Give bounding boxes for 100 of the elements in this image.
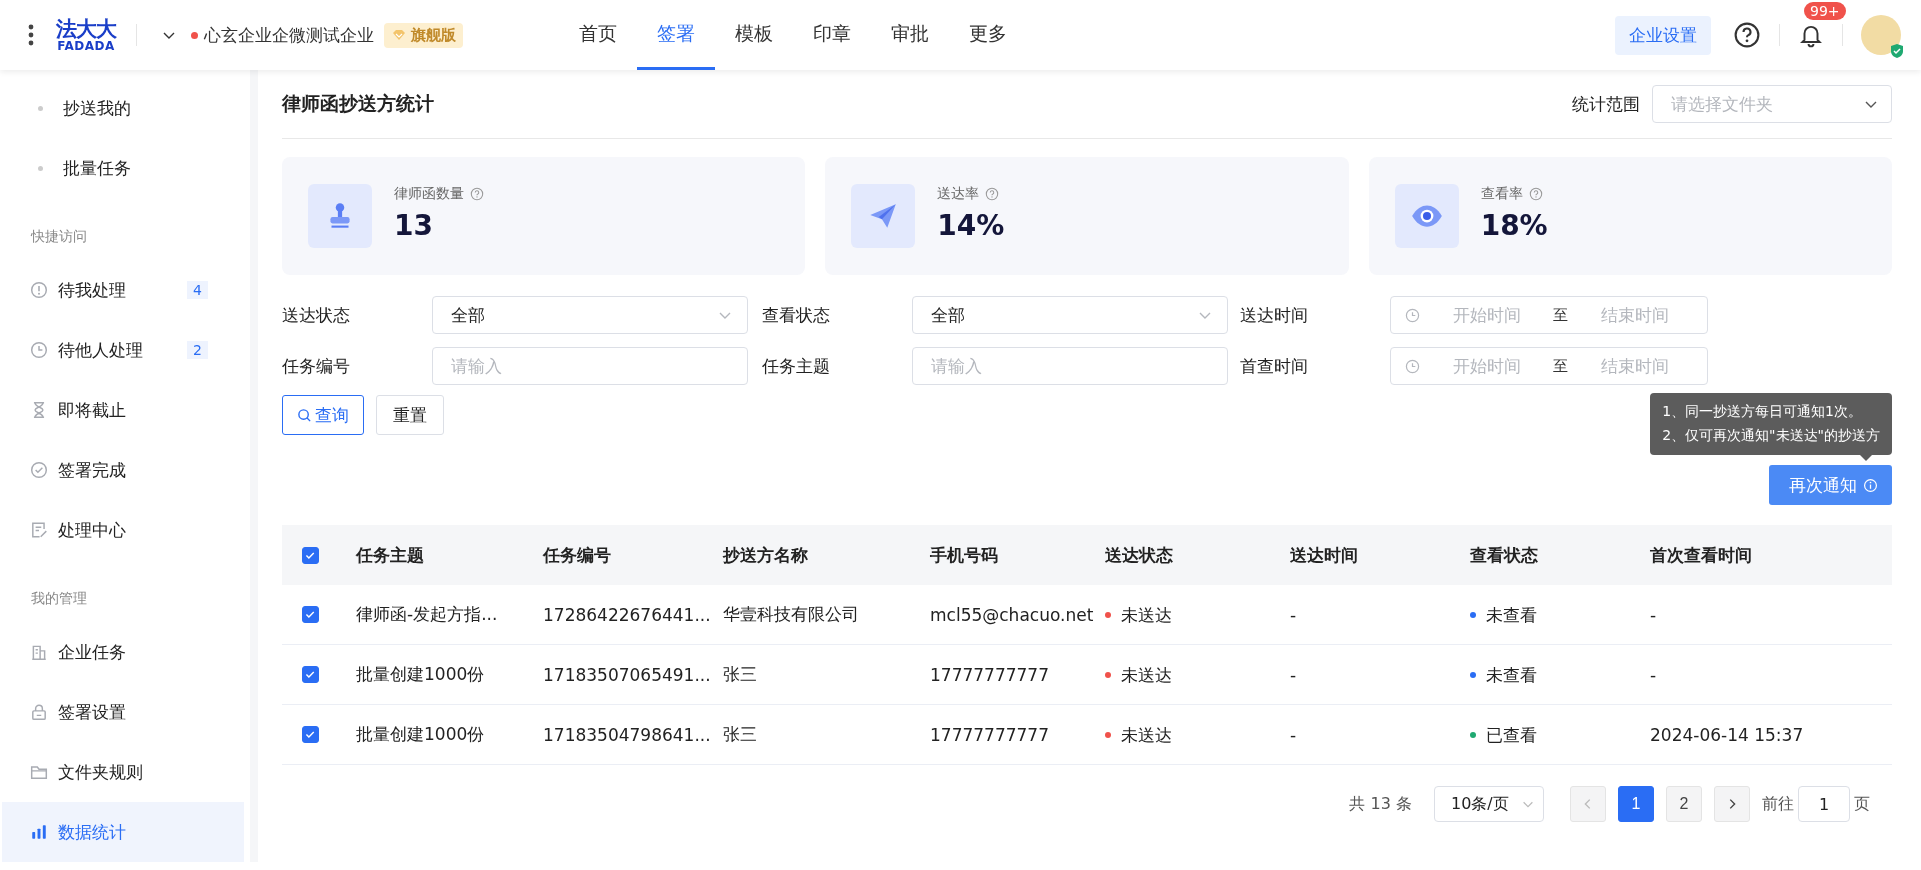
column-header: 送达时间 <box>1290 544 1358 565</box>
sidebar-item-label: 文件夹规则 <box>58 760 143 784</box>
checkbox[interactable] <box>302 666 319 683</box>
bullet-icon <box>38 105 43 111</box>
table-cell: 批量创建1000份 <box>356 724 485 744</box>
column-header: 抄送方名称 <box>723 544 808 565</box>
reset-button[interactable]: 重置 <box>376 395 444 435</box>
page-button[interactable]: 2 <box>1666 786 1702 822</box>
status-text: 已查看 <box>1486 723 1537 747</box>
sidebar-item[interactable]: 待他人处理 2 <box>2 320 244 380</box>
table-cell: - <box>1650 664 1657 685</box>
end-date-placeholder: 结束时间 <box>1599 303 1670 327</box>
table-cell: 张三 <box>723 724 757 744</box>
sidebar-item[interactable]: 文件夹规则 <box>2 742 244 802</box>
shield-check-icon <box>1889 43 1905 59</box>
text-input-field[interactable]: 请输入 <box>912 347 1228 385</box>
nav-tab[interactable]: 审批 <box>871 0 949 70</box>
start-date-placeholder: 开始时间 <box>1451 303 1522 327</box>
date-range-field[interactable]: 开始时间 至 结束时间 <box>1390 347 1708 385</box>
column-header: 首次查看时间 <box>1650 544 1752 565</box>
nav-tab[interactable]: 更多 <box>949 0 1027 70</box>
nav-tab[interactable]: 签署 <box>637 0 715 70</box>
column-header: 送达状态 <box>1105 544 1173 565</box>
sidebar-item[interactable]: 即将截止 <box>2 380 244 440</box>
status-text: 未送达 <box>1121 663 1172 687</box>
sidebar-item[interactable]: 签署完成 <box>2 440 244 500</box>
range-separator: 至 <box>1553 356 1568 376</box>
page-size-select[interactable]: 10条/页 <box>1434 786 1544 822</box>
help-icon <box>1528 186 1543 201</box>
sidebar-subitem[interactable]: 批量任务 <box>2 138 244 198</box>
status-select[interactable]: 全部 <box>912 296 1228 334</box>
goto-suffix: 页 <box>1854 793 1870 815</box>
sidebar-item[interactable]: 待我处理 4 <box>2 260 244 320</box>
status-select[interactable]: 全部 <box>432 296 748 334</box>
info-icon <box>1863 477 1878 493</box>
nav-tab[interactable]: 印章 <box>793 0 871 70</box>
filter-label: 查看状态 <box>762 303 831 327</box>
table-cell: 17183507065491... <box>543 664 711 685</box>
status-text: 未查看 <box>1486 663 1537 687</box>
edit-document-icon <box>30 521 48 539</box>
sidebar-item-label: 即将截止 <box>58 398 126 422</box>
bar-chart-icon <box>30 823 48 841</box>
table-cell: 17286422676441... <box>543 604 711 625</box>
date-range-field[interactable]: 开始时间 至 结束时间 <box>1390 296 1708 334</box>
text-input-field[interactable]: 请输入 <box>432 347 748 385</box>
alert-circle-icon <box>30 281 48 299</box>
enterprise-settings-button[interactable]: 企业设置 <box>1615 15 1711 55</box>
checkbox[interactable] <box>302 606 319 623</box>
clock-icon <box>1405 358 1420 374</box>
stat-label: 查看率 <box>1480 184 1523 203</box>
table-cell: 17777777777 <box>930 724 1049 745</box>
menu-icon <box>28 24 34 46</box>
tooltip-text: 2、仅可再次通知"未送达"的抄送方 <box>1662 427 1880 445</box>
folder-icon <box>30 763 48 781</box>
column-header: 任务主题 <box>356 544 424 565</box>
column-header: 查看状态 <box>1470 544 1538 565</box>
status-text: 未送达 <box>1121 723 1172 747</box>
stat-value: 13 <box>394 208 434 242</box>
page-number-field[interactable]: 1 <box>1798 786 1850 822</box>
edition-label: 旗舰版 <box>411 25 456 45</box>
checkbox[interactable] <box>302 546 319 564</box>
filter-label: 首查时间 <box>1240 354 1309 378</box>
sidebar-item[interactable]: 企业任务 <box>2 622 244 682</box>
search-button[interactable]: 查询 <box>282 395 364 435</box>
nav-tab[interactable]: 模板 <box>715 0 793 70</box>
bullet-icon <box>38 165 43 171</box>
sidebar-item-label: 待他人处理 <box>58 338 143 362</box>
sidebar-subitem[interactable]: 抄送我的 <box>2 78 244 138</box>
help-icon[interactable] <box>1733 21 1761 49</box>
section-heading: 快捷访问 <box>29 227 88 246</box>
goto-label: 前往 <box>1762 793 1794 815</box>
column-header: 任务编号 <box>543 544 611 565</box>
sidebar-item[interactable]: 数据统计 <box>2 802 244 862</box>
filter-label: 任务主题 <box>762 354 831 378</box>
total-count: 共 13 条 <box>1349 793 1412 815</box>
sidebar-item[interactable]: 处理中心 <box>2 500 244 560</box>
status-dot <box>191 31 198 39</box>
table-cell: - <box>1650 604 1657 625</box>
page-button[interactable]: 1 <box>1618 786 1654 822</box>
table-cell: 律师函-发起方指... <box>356 604 498 624</box>
sidebar-item[interactable]: 签署设置 <box>2 682 244 742</box>
company-name[interactable]: 心玄企业企微测试企业 <box>204 23 374 47</box>
search-icon <box>297 407 312 423</box>
sidebar-item-label: 数据统计 <box>58 820 126 844</box>
nav-tab[interactable]: 首页 <box>559 0 637 70</box>
avatar[interactable] <box>1861 15 1901 55</box>
page-size-value: 10条/页 <box>1451 793 1509 815</box>
select-value: 全部 <box>931 303 965 327</box>
section-heading: 我的管理 <box>30 589 88 608</box>
clock-icon <box>30 341 48 359</box>
end-date-placeholder: 结束时间 <box>1599 354 1670 378</box>
start-date-placeholder: 开始时间 <box>1451 354 1522 378</box>
scope-label: 统计范围 <box>1572 92 1640 116</box>
table-cell: 华壹科技有限公司 <box>723 604 859 624</box>
help-icon <box>470 186 484 201</box>
lock-icon <box>30 703 48 721</box>
checkbox[interactable] <box>302 726 319 743</box>
sidebar-item-label: 待我处理 <box>58 278 126 302</box>
stat-label: 送达率 <box>937 184 980 203</box>
logo[interactable]: 法大大 FADADA <box>56 18 116 52</box>
